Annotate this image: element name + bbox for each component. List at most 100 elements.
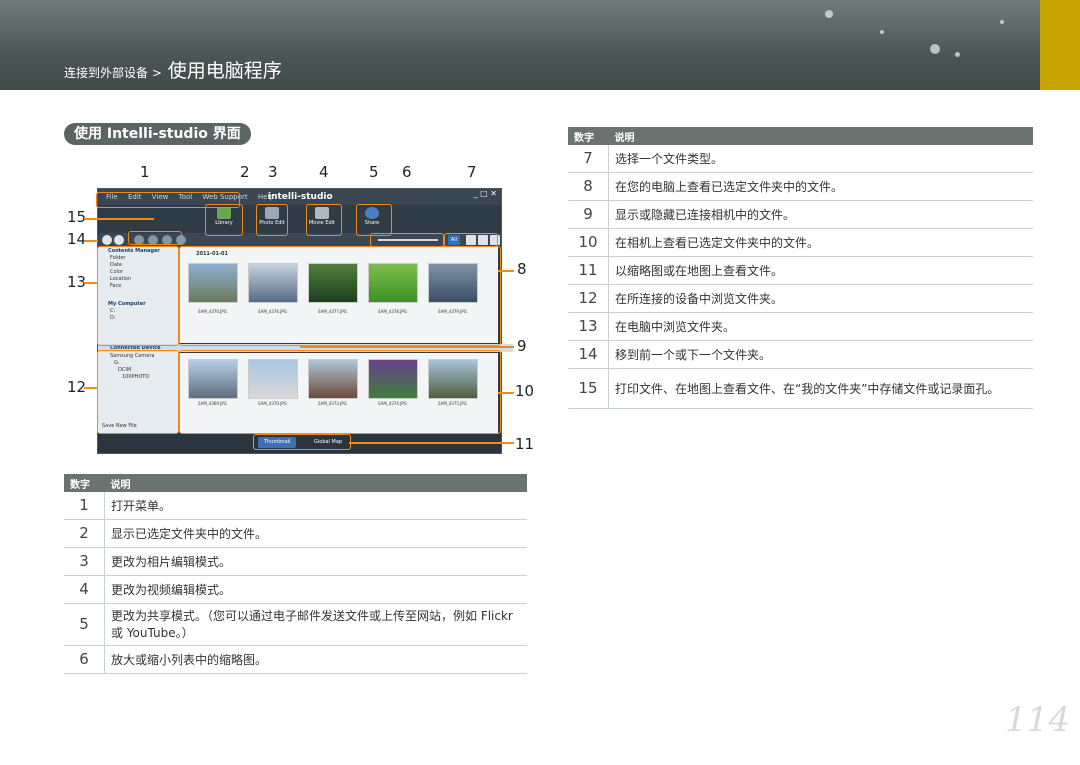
row-description: 在您的电脑上查看已选定文件夹中的文件。	[608, 172, 1033, 201]
callout-box-filetype	[444, 233, 498, 247]
row-description: 选择一个文件类型。	[608, 145, 1033, 173]
table-row: 13 在电脑中浏览文件夹。	[568, 312, 1033, 341]
table-row: 4 更改为视频编辑模式。	[64, 575, 527, 604]
row-number: 10	[568, 228, 609, 257]
callout-box-share	[356, 204, 392, 236]
row-description: 以缩略图或在地图上查看文件。	[608, 256, 1033, 285]
decor-dot	[955, 52, 960, 57]
row-number: 4	[64, 575, 105, 604]
row-number: 11	[568, 256, 609, 285]
leader-line	[300, 346, 514, 348]
row-description: 在相机上查看已选定文件夹中的文件。	[608, 228, 1033, 257]
row-number: 5	[64, 603, 105, 646]
callout-box-zoom	[370, 233, 444, 247]
page-header: 连接到外部设备 > 使用电脑程序	[0, 0, 1080, 90]
row-description: 更改为相片编辑模式。	[104, 547, 527, 576]
table-row: 10 在相机上查看已选定文件夹中的文件。	[568, 228, 1033, 257]
callout-box-tools	[128, 231, 182, 245]
callout-box-library	[205, 204, 243, 236]
table-row: 2 显示已选定文件夹中的文件。	[64, 519, 527, 548]
table-row: 11 以缩略图或在地图上查看文件。	[568, 256, 1033, 285]
breadcrumb-parent: 连接到外部设备 >	[64, 66, 162, 80]
table-row: 15 打印文件、在地图上查看文件、在“我的文件夹”中存储文件或记录面孔。	[568, 368, 1033, 409]
callout-9: 9	[517, 337, 527, 355]
table-row: 12 在所连接的设备中浏览文件夹。	[568, 284, 1033, 313]
back-button[interactable]	[102, 235, 112, 245]
decor-dot	[825, 10, 833, 18]
page-number: 114	[1005, 700, 1070, 740]
leader-line	[84, 282, 98, 284]
callout-box-device-folders	[97, 350, 179, 434]
callout-6: 6	[402, 163, 412, 181]
row-number: 1	[64, 492, 105, 520]
table-header-row: 数字 说明	[568, 127, 1033, 145]
table-row: 9 显示或隐藏已连接相机中的文件。	[568, 200, 1033, 229]
decor-dot	[1000, 20, 1004, 24]
section-title: 使用 Intelli-studio 界面	[64, 123, 251, 145]
app-logo: intelli-studio	[268, 192, 333, 202]
callout-5: 5	[369, 163, 379, 181]
callout-2: 2	[240, 163, 250, 181]
callout-box-pc-folders	[97, 246, 179, 346]
decor-dot	[930, 44, 940, 54]
row-description: 更改为视频编辑模式。	[104, 575, 527, 604]
row-description: 移到前一个或下一个文件夹。	[608, 340, 1033, 369]
row-number: 15	[568, 368, 609, 409]
row-description: 打印文件、在地图上查看文件、在“我的文件夹”中存储文件或记录面孔。	[608, 368, 1033, 409]
table-row: 7 选择一个文件类型。	[568, 145, 1033, 173]
leader-line	[84, 387, 98, 389]
row-number: 12	[568, 284, 609, 313]
row-description: 显示已选定文件夹中的文件。	[104, 519, 527, 548]
leader-line	[84, 240, 98, 242]
row-description: 在所连接的设备中浏览文件夹。	[608, 284, 1033, 313]
table-row: 6 放大或缩小列表中的缩略图。	[64, 645, 527, 674]
callout-4: 4	[319, 163, 329, 181]
decor-dot	[880, 30, 884, 34]
description-table-right: 数字 说明 7 选择一个文件类型。 8 在您的电脑上查看已选定文件夹中的文件。 9显…	[568, 127, 1033, 409]
row-description: 放大或缩小列表中的缩略图。	[104, 645, 527, 674]
callout-11: 11	[515, 435, 535, 453]
row-number: 7	[568, 145, 609, 173]
table-row: 1 打开菜单。	[64, 492, 527, 520]
row-description: 打开菜单。	[104, 492, 527, 520]
header-accent-bar	[1040, 0, 1080, 90]
page-title: 使用电脑程序	[167, 60, 282, 82]
callout-8: 8	[517, 260, 527, 278]
callout-3: 3	[268, 163, 278, 181]
table-row: 8 在您的电脑上查看已选定文件夹中的文件。	[568, 172, 1033, 201]
row-description: 显示或隐藏已连接相机中的文件。	[608, 200, 1033, 229]
row-number: 3	[64, 547, 105, 576]
forward-button[interactable]	[114, 235, 124, 245]
row-number: 6	[64, 645, 105, 674]
column-header-description: 说明	[104, 474, 527, 492]
callout-box-movie-edit	[306, 204, 342, 236]
callout-15: 15	[67, 208, 87, 226]
row-description: 在电脑中浏览文件夹。	[608, 312, 1033, 341]
callout-1: 1	[140, 163, 150, 181]
callout-box-photo-edit	[256, 204, 288, 236]
table-row: 14 移到前一个或下一个文件夹。	[568, 340, 1033, 369]
column-header-number: 数字	[568, 127, 609, 145]
description-table-left: 数字 说明 1 打开菜单。 2 显示已选定文件夹中的文件。 3 更改为相片编辑模式。 …	[64, 474, 527, 674]
leader-line	[349, 442, 514, 444]
leader-line	[498, 392, 514, 394]
leader-line	[498, 270, 514, 272]
table-row: 3 更改为相片编辑模式。	[64, 547, 527, 576]
row-description: 更改为共享模式。（您可以通过电子邮件发送文件或上传至网站，例如 Flickr 或…	[104, 603, 527, 646]
row-number: 9	[568, 200, 609, 229]
row-number: 14	[568, 340, 609, 369]
breadcrumb: 连接到外部设备 > 使用电脑程序	[64, 56, 282, 83]
leader-line	[84, 218, 154, 220]
callout-box-view-tabs	[253, 434, 351, 450]
column-header-number: 数字	[64, 474, 105, 492]
row-number: 8	[568, 172, 609, 201]
callout-10: 10	[515, 382, 535, 400]
callout-7: 7	[467, 163, 477, 181]
callout-box-pc-files	[179, 246, 501, 346]
table-header-row: 数字 说明	[64, 474, 527, 492]
row-number: 13	[568, 312, 609, 341]
column-header-description: 说明	[608, 127, 1033, 145]
callout-box-device-files	[179, 350, 501, 434]
callout-14: 14	[67, 230, 87, 248]
window-controls[interactable]: _ □ ✕	[474, 189, 497, 198]
